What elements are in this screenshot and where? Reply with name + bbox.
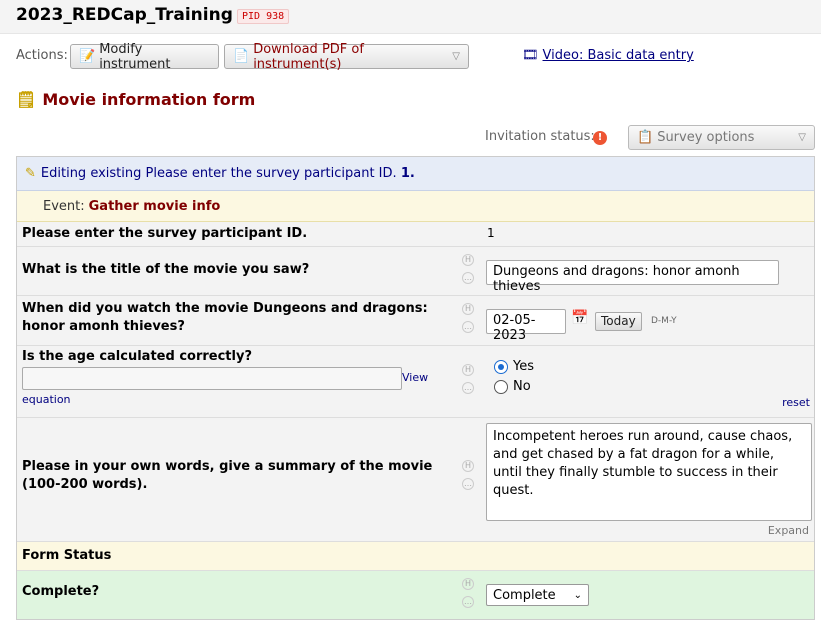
calendar-icon[interactable]: 📅: [571, 310, 588, 326]
history-icon[interactable]: H: [462, 364, 474, 376]
field-label: What is the title of the movie you saw?: [22, 262, 310, 277]
radio-unselected-icon: [494, 379, 508, 394]
comment-icon[interactable]: …: [462, 478, 474, 490]
radio-selected-icon: [494, 359, 508, 374]
field-history-icons: H…: [462, 460, 478, 496]
chevron-down-icon: ▽: [798, 132, 806, 143]
history-icon[interactable]: H: [462, 460, 474, 472]
modify-instrument-label: Modify instrument: [99, 41, 171, 72]
pencil-icon: ✎: [25, 166, 36, 181]
expand-link[interactable]: Expand: [768, 524, 809, 537]
field-history-icons: H…: [462, 303, 478, 339]
select-value: Complete: [493, 587, 556, 603]
radio-option-yes[interactable]: Yes: [494, 359, 534, 374]
field-label: Complete?: [22, 584, 100, 599]
editing-banner: ✎ Editing existing Please enter the surv…: [17, 157, 814, 191]
survey-icon: 📋: [637, 130, 654, 145]
form-status-title: Form Status: [22, 548, 112, 563]
comment-icon[interactable]: …: [462, 272, 474, 284]
actions-label: Actions:: [16, 48, 68, 63]
movie-title-input[interactable]: Dungeons and dragons: honor amonh thieve…: [486, 260, 779, 294]
watch-date-input[interactable]: 02-05-2023: [486, 309, 566, 343]
field-row-summary: Please in your own words, give a summary…: [17, 418, 814, 542]
field-row-age-check: Is the age calculated correctly? View eq…: [17, 346, 814, 418]
field-row-complete: Complete? H… Complete ⌄: [17, 571, 814, 619]
invitation-status-label: Invitation status:: [485, 129, 595, 144]
radio-label: No: [513, 379, 531, 394]
field-history-icons: H…: [462, 578, 478, 614]
video-link-label: Video: Basic data entry: [542, 48, 694, 63]
invitation-status-icon[interactable]: !: [593, 131, 607, 145]
form-title-text: Movie information form: [42, 90, 256, 109]
field-history-icons: H…: [462, 364, 478, 400]
survey-options-button[interactable]: 📋 Survey options ▽: [628, 125, 815, 150]
date-format-hint: D-M-Y: [651, 316, 677, 326]
complete-status-select[interactable]: Complete ⌄: [486, 584, 589, 606]
field-label: Is the age calculated correctly?: [22, 349, 252, 364]
film-icon: 🎞: [522, 48, 539, 63]
form-icon: 🗒: [16, 90, 37, 109]
history-icon[interactable]: H: [462, 303, 474, 315]
project-header: 2023_REDCap_Training PID 938: [0, 0, 821, 34]
field-row-watch-date: When did you watch the movie Dungeons an…: [17, 296, 814, 346]
comment-icon[interactable]: …: [462, 321, 474, 333]
comment-icon[interactable]: …: [462, 596, 474, 608]
record-id: 1.: [400, 166, 415, 181]
video-basic-data-entry-link[interactable]: 🎞 Video: Basic data entry: [522, 48, 694, 63]
data-entry-form: ✎ Editing existing Please enter the surv…: [16, 156, 815, 620]
download-pdf-label: Download PDF of instrument(s): [253, 41, 364, 72]
project-title: 2023_REDCap_Training: [16, 5, 233, 25]
field-history-icons: H…: [462, 254, 478, 290]
reset-link[interactable]: reset: [782, 396, 810, 409]
field-label: Please enter the survey participant ID.: [22, 226, 308, 241]
equation-link[interactable]: equation: [22, 393, 71, 406]
field-row-movie-title: What is the title of the movie you saw? …: [17, 247, 814, 296]
radio-option-no[interactable]: No: [494, 379, 531, 394]
form-status-header: Form Status: [17, 542, 814, 571]
editing-text: Editing existing Please enter the survey…: [40, 166, 397, 181]
field-value: 1: [487, 226, 495, 240]
view-equation-link[interactable]: View: [402, 371, 428, 384]
event-name: Gather movie info: [88, 198, 221, 214]
chevron-down-icon: ▽: [452, 51, 460, 62]
pdf-icon: 📄: [233, 49, 250, 64]
history-icon[interactable]: H: [462, 578, 474, 590]
download-pdf-button[interactable]: 📄 Download PDF of instrument(s) ▽: [224, 41, 469, 72]
calc-value-field: [22, 367, 402, 390]
radio-label: Yes: [513, 359, 534, 374]
chevron-down-icon: ⌄: [573, 589, 582, 601]
event-banner: Event: Gather movie info: [17, 191, 814, 222]
today-button[interactable]: Today: [595, 312, 642, 331]
survey-options-label: Survey options: [657, 130, 755, 145]
field-label: Please in your own words, give a summary…: [22, 459, 433, 492]
event-label: Event:: [43, 198, 85, 214]
pencil-form-icon: 📝: [79, 49, 96, 64]
form-title: 🗒 Movie information form: [16, 90, 255, 109]
summary-textarea[interactable]: Incompetent heroes run around, cause cha…: [486, 423, 812, 521]
field-row-participant-id: Please enter the survey participant ID. …: [17, 222, 814, 247]
comment-icon[interactable]: …: [462, 382, 474, 394]
project-id-badge: PID 938: [237, 9, 290, 24]
history-icon[interactable]: H: [462, 254, 474, 266]
modify-instrument-button[interactable]: 📝 Modify instrument: [70, 41, 219, 72]
field-label: When did you watch the movie Dungeons an…: [22, 301, 428, 334]
